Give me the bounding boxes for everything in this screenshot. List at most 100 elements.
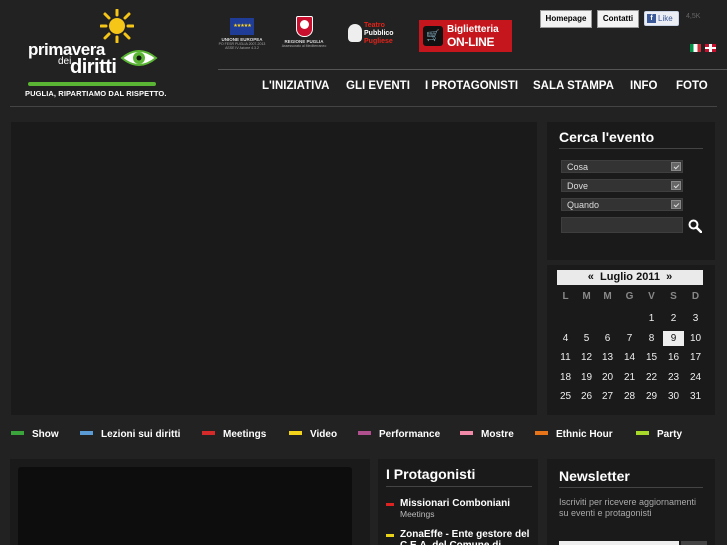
calendar-day[interactable]: 18: [555, 370, 576, 385]
video-player[interactable]: [18, 467, 352, 545]
nav-eventi[interactable]: GLI EVENTI: [346, 80, 410, 92]
calendar-day[interactable]: 13: [597, 350, 618, 365]
sun-icon: [100, 9, 134, 43]
calendar-day[interactable]: 16: [663, 350, 684, 365]
protagonist-name[interactable]: ZonaEffe - Ente gestore del: [400, 529, 529, 540]
category-label: Ethnic Hour: [556, 429, 613, 440]
puglia-sub: Assessorato al Mediterraneo: [281, 44, 327, 48]
nav-foto[interactable]: FOTO: [676, 80, 708, 92]
header-divider: [218, 69, 727, 70]
category-filter[interactable]: Mostre: [460, 429, 514, 445]
calendar-day[interactable]: 23: [663, 370, 684, 385]
calendar-day[interactable]: 26: [576, 389, 597, 404]
calendar-day[interactable]: 15: [641, 350, 662, 365]
calendar-day[interactable]: 8: [641, 331, 662, 346]
calendar-next-button[interactable]: »: [666, 271, 672, 283]
event-search-panel: Cerca l'evento Cosa Dove Quando: [547, 122, 715, 260]
calendar-day[interactable]: 28: [619, 389, 640, 404]
like-count: 4,5K: [686, 13, 701, 20]
newsletter-title: Newsletter: [559, 468, 630, 484]
category-filter[interactable]: Meetings: [202, 429, 266, 445]
chevron-down-icon: [671, 200, 681, 209]
calendar-weekday: D: [691, 291, 700, 302]
dove-select-label: Dove: [567, 181, 589, 191]
logo-tagline: PUGLIA, RIPARTIAMO DAL RISPETTO.: [25, 89, 167, 98]
calendar-day[interactable]: 25: [555, 389, 576, 404]
calendar-day[interactable]: 30: [663, 389, 684, 404]
logo-word-diritti: diritti: [70, 56, 117, 78]
cosa-select[interactable]: Cosa: [561, 160, 683, 173]
category-filter[interactable]: Party: [636, 429, 682, 445]
site-logo[interactable]: primavera dei diritti PUGLIA, RIPARTIAMO…: [22, 6, 166, 98]
search-title: Cerca l'evento: [559, 129, 655, 145]
protagonisti-panel: I Protagonisti Missionari Comboniani Mee…: [378, 459, 538, 545]
calendar-prev-button[interactable]: «: [588, 271, 594, 283]
calendar-day[interactable]: 10: [685, 331, 706, 346]
calendar-day[interactable]: 3: [685, 311, 706, 326]
search-input[interactable]: [561, 217, 683, 233]
teatro-pubblico-pugliese-logo[interactable]: Teatro Pubblico Pugliese: [348, 22, 404, 50]
nav-sala-stampa[interactable]: SALA STAMPA: [533, 80, 614, 92]
calendar-day[interactable]: 27: [597, 389, 618, 404]
calendar-day[interactable]: 4: [555, 331, 576, 346]
calendar-day[interactable]: 31: [685, 389, 706, 404]
category-color-swatch: [358, 431, 371, 436]
category-filter[interactable]: Ethnic Hour: [535, 429, 613, 445]
calendar-day[interactable]: 7: [619, 331, 640, 346]
quando-select-label: Quando: [567, 200, 600, 210]
facebook-like-button[interactable]: f Like: [644, 11, 679, 26]
calendar-day[interactable]: 6: [597, 331, 618, 346]
category-color-swatch: [636, 431, 649, 436]
biglietteria-line-2: ON-LINE: [447, 35, 495, 49]
category-filter[interactable]: Show: [11, 429, 59, 445]
category-legend: Show Lezioni sui diritti Meetings Video Perf…: [0, 429, 727, 445]
calendar-day-today[interactable]: 9: [663, 330, 684, 346]
calendar-day[interactable]: 22: [641, 370, 662, 385]
chevron-down-icon: [671, 162, 681, 171]
regione-puglia-logo[interactable]: REGIONE PUGLIA Assessorato al Mediterran…: [280, 16, 328, 58]
category-filter[interactable]: Lezioni sui diritti: [80, 429, 180, 445]
category-label: Party: [657, 429, 683, 440]
calendar-day[interactable]: 29: [641, 389, 662, 404]
protagonisti-title: I Protagonisti: [386, 466, 476, 482]
italian-flag-icon[interactable]: [690, 44, 701, 52]
contatti-button[interactable]: Contatti: [597, 10, 639, 28]
nav-info[interactable]: INFO: [630, 80, 657, 92]
dove-select[interactable]: Dove: [561, 179, 683, 192]
newsletter-submit-button[interactable]: [681, 541, 707, 545]
calendar-day[interactable]: 21: [619, 370, 640, 385]
nav-protagonisti[interactable]: I PROTAGONISTI: [425, 80, 518, 92]
calendar-day[interactable]: 17: [685, 350, 706, 365]
calendar-day[interactable]: 14: [619, 350, 640, 365]
facebook-icon: f: [647, 14, 656, 24]
biglietteria-line-1: Biglietteria: [447, 24, 499, 35]
search-icon[interactable]: [688, 219, 702, 233]
calendar-day[interactable]: 12: [576, 350, 597, 365]
protagonist-type: Meetings: [400, 509, 435, 519]
featured-media-area[interactable]: [11, 122, 537, 415]
cart-icon: 🛒: [423, 26, 443, 46]
calendar-day[interactable]: 5: [576, 331, 597, 346]
video-marker: [386, 534, 394, 537]
english-flag-icon[interactable]: [705, 44, 716, 52]
calendar-day[interactable]: 24: [685, 370, 706, 385]
calendar-day[interactable]: 20: [597, 370, 618, 385]
category-label: Lezioni sui diritti: [101, 429, 181, 440]
homepage-button[interactable]: Homepage: [540, 10, 592, 28]
eye-icon: [120, 50, 158, 66]
biglietteria-online-button[interactable]: 🛒 Biglietteria ON-LINE: [419, 20, 512, 52]
calendar-day[interactable]: 2: [663, 311, 684, 326]
category-filter[interactable]: Performance: [358, 429, 440, 445]
calendar-day[interactable]: 19: [576, 370, 597, 385]
nav-iniziativa[interactable]: L'INIZIATIVA: [262, 80, 329, 92]
calendar-day[interactable]: 11: [555, 350, 576, 365]
protagonist-name[interactable]: Missionari Comboniani: [400, 498, 510, 509]
newsletter-email-input[interactable]: [559, 541, 679, 545]
logo-grass: [28, 82, 156, 86]
quando-select[interactable]: Quando: [561, 198, 683, 211]
category-label: Mostre: [481, 429, 514, 440]
calendar-day[interactable]: 1: [641, 311, 662, 326]
category-filter[interactable]: Video: [289, 429, 337, 445]
eu-logo[interactable]: ★★★★★ UNIONE EUROPEA PO FESR PUGLIA 2007…: [218, 18, 266, 58]
calendar-weekday: M: [603, 291, 612, 302]
